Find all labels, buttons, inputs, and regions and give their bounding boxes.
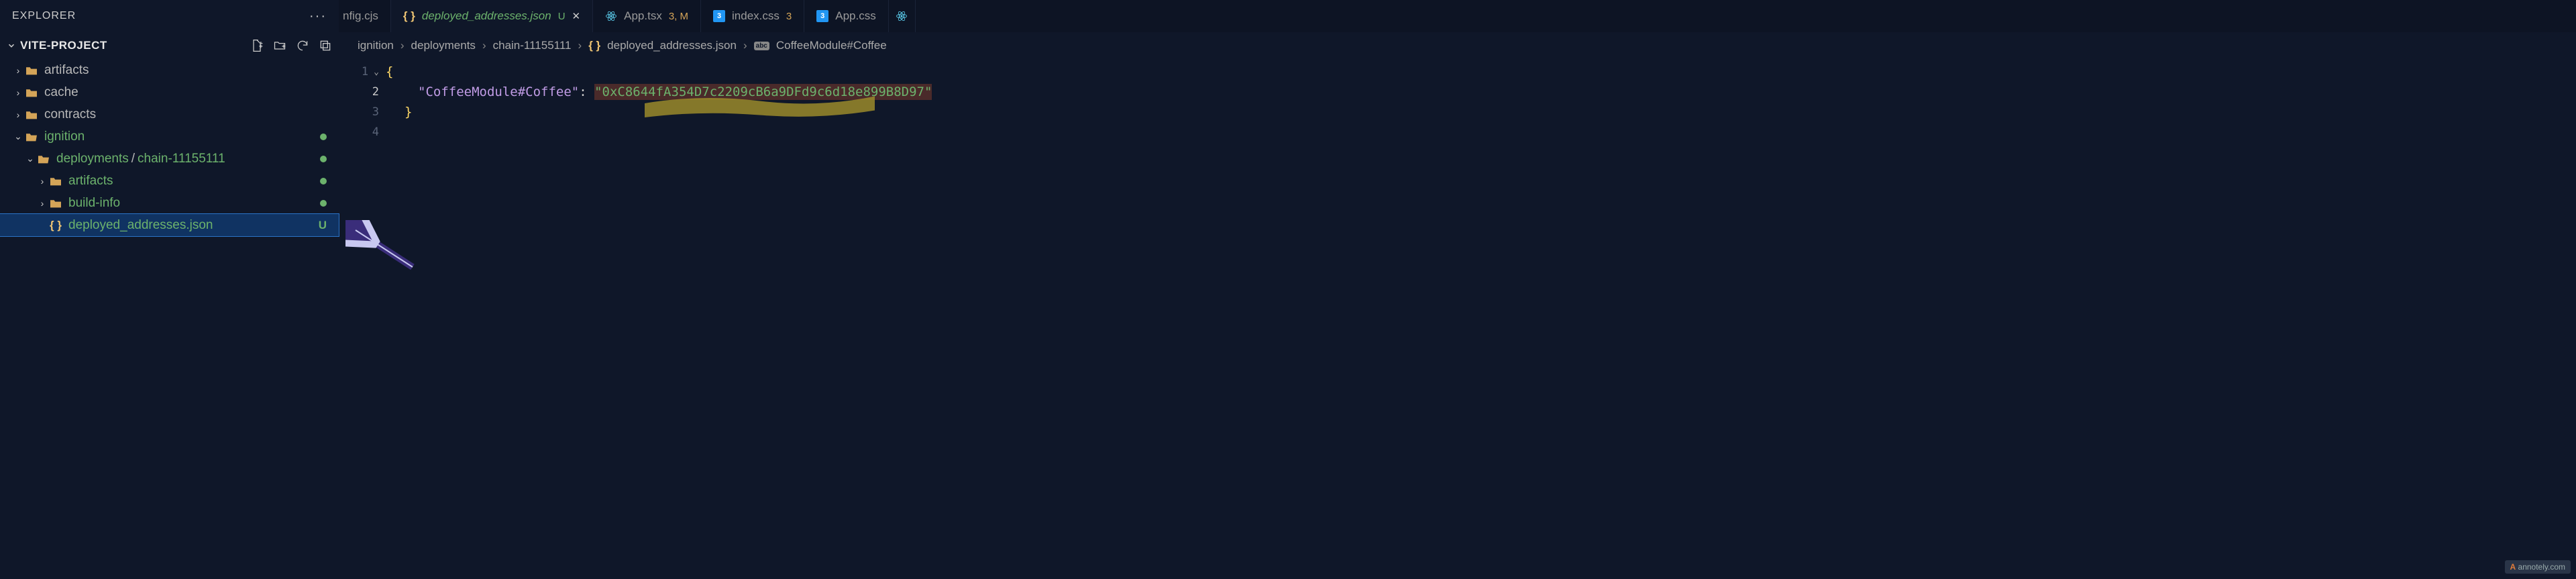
tab-bar: nfig.cjs { } deployed_addresses.json U ✕… — [339, 0, 2576, 32]
tree-label: cache — [44, 85, 78, 100]
tab-label: nfig.cjs — [343, 9, 378, 23]
tree-folder-deployments-chain[interactable]: ⌄ deployments / chain-11155111 — [0, 148, 339, 170]
chevron-right-icon: › — [12, 87, 24, 98]
explorer-more-icon[interactable]: ··· — [309, 9, 327, 24]
json-file-icon: { } — [588, 39, 600, 52]
folder-open-icon — [24, 129, 39, 144]
chevron-right-icon: › — [400, 39, 405, 52]
tree-folder-artifacts[interactable]: › artifacts — [0, 59, 339, 81]
editor-main: nfig.cjs { } deployed_addresses.json U ✕… — [339, 0, 2576, 579]
line-number: 4 — [339, 122, 386, 142]
json-colon: : — [579, 85, 594, 99]
tab-label: App.tsx — [624, 9, 662, 23]
tab-deployed-addresses[interactable]: { } deployed_addresses.json U ✕ — [391, 0, 593, 32]
tab-overflow[interactable] — [889, 0, 916, 32]
json-file-icon: { } — [403, 9, 415, 23]
chevron-down-icon — [7, 41, 16, 50]
line-number: 2 — [339, 82, 386, 102]
chevron-right-icon: › — [36, 176, 48, 187]
tab-app-css[interactable]: 3 App.css — [804, 0, 888, 32]
tree-folder-cache[interactable]: › cache — [0, 81, 339, 103]
tree-label: chain-11155111 — [138, 152, 225, 166]
tree-folder-ignition[interactable]: ⌄ ignition — [0, 125, 339, 148]
git-modified-dot — [320, 156, 327, 162]
line-gutter: 1⌄ 2 3 4 — [339, 59, 386, 579]
project-name: VITE-PROJECT — [20, 39, 107, 52]
react-file-icon — [605, 10, 617, 22]
chevron-right-icon: › — [578, 39, 582, 52]
project-actions — [250, 39, 332, 52]
tree-label: deployments — [56, 152, 129, 166]
new-file-icon[interactable] — [250, 39, 264, 52]
tree-label: build-info — [68, 196, 120, 211]
breadcrumb-item[interactable]: deployed_addresses.json — [607, 39, 737, 52]
chevron-right-icon: › — [482, 39, 486, 52]
chevron-right-icon: › — [12, 109, 24, 120]
folder-icon — [48, 174, 63, 189]
close-icon[interactable]: ✕ — [572, 10, 581, 22]
folder-icon — [24, 63, 39, 78]
tab-label: deployed_addresses.json — [422, 9, 551, 23]
explorer-header: EXPLORER ··· — [0, 0, 339, 32]
code-brace: } — [405, 105, 412, 119]
react-file-icon — [896, 10, 908, 22]
tree-label: artifacts — [44, 63, 89, 78]
explorer-title: EXPLORER — [12, 10, 76, 22]
code-content[interactable]: { "CoffeeModule#Coffee" : "0xC8644fA354D… — [386, 59, 2576, 579]
git-modified-dot — [320, 178, 327, 185]
folder-icon — [48, 196, 63, 211]
watermark: A annotely.com — [2505, 560, 2571, 574]
tree-folder-artifacts-inner[interactable]: › artifacts — [0, 170, 339, 192]
breadcrumb-item[interactable]: deployments — [411, 39, 476, 52]
breadcrumb[interactable]: ignition › deployments › chain-11155111 … — [339, 32, 2576, 59]
path-separator: / — [131, 152, 135, 166]
tree-file-deployed-addresses[interactable]: { } deployed_addresses.json U — [0, 214, 339, 236]
file-tree: › artifacts › cache › contracts ⌄ igniti… — [0, 59, 339, 579]
json-file-icon: { } — [48, 218, 63, 233]
line-number: 1⌄ — [339, 62, 386, 82]
fold-icon[interactable]: ⌄ — [374, 67, 379, 77]
tree-label: deployed_addresses.json — [68, 218, 213, 233]
chevron-right-icon: › — [36, 198, 48, 209]
git-untracked-badge: U — [319, 219, 327, 232]
chevron-right-icon: › — [12, 65, 24, 76]
folder-open-icon — [36, 152, 51, 166]
tab-label: App.css — [835, 9, 875, 23]
breadcrumb-item[interactable]: ignition — [358, 39, 394, 52]
tab-index-css[interactable]: 3 index.css 3 — [701, 0, 804, 32]
tab-git-badge: U — [558, 11, 566, 22]
tab-git-badge: 3 — [786, 11, 792, 22]
line-number: 3 — [339, 102, 386, 122]
symbol-string-icon: abc — [754, 42, 769, 50]
code-brace: { — [386, 64, 393, 79]
explorer-sidebar: EXPLORER ··· VITE-PROJECT › artifacts › … — [0, 0, 339, 579]
chevron-down-icon: ⌄ — [24, 153, 36, 164]
css-file-icon: 3 — [713, 10, 725, 22]
refresh-icon[interactable] — [296, 39, 309, 52]
breadcrumb-item[interactable]: CoffeeModule#Coffee — [776, 39, 887, 52]
chevron-down-icon: ⌄ — [12, 131, 24, 142]
folder-icon — [24, 85, 39, 100]
json-value: "0xC8644fA354D7c2209cB6a9DFd9c6d18e899B8… — [594, 84, 932, 100]
breadcrumb-item[interactable]: chain-11155111 — [493, 39, 572, 52]
collapse-all-icon[interactable] — [319, 39, 332, 52]
chevron-right-icon: › — [743, 39, 747, 52]
tab-label: index.css — [732, 9, 780, 23]
tree-label: ignition — [44, 129, 85, 144]
json-key: "CoffeeModule#Coffee" — [418, 85, 579, 99]
project-header[interactable]: VITE-PROJECT — [0, 32, 339, 59]
tree-folder-build-info[interactable]: › build-info — [0, 192, 339, 214]
tree-label: artifacts — [68, 174, 113, 189]
tab-app-tsx[interactable]: App.tsx 3, M — [593, 0, 701, 32]
folder-icon — [24, 107, 39, 122]
git-modified-dot — [320, 200, 327, 207]
tree-label: contracts — [44, 107, 96, 122]
tab-git-badge: 3, M — [669, 11, 688, 22]
tree-folder-contracts[interactable]: › contracts — [0, 103, 339, 125]
code-editor[interactable]: 1⌄ 2 3 4 { "CoffeeModule#Coffee" : "0xC8… — [339, 59, 2576, 579]
new-folder-icon[interactable] — [273, 39, 286, 52]
css-file-icon: 3 — [816, 10, 828, 22]
tab-config-cjs[interactable]: nfig.cjs — [339, 0, 391, 32]
git-modified-dot — [320, 134, 327, 140]
